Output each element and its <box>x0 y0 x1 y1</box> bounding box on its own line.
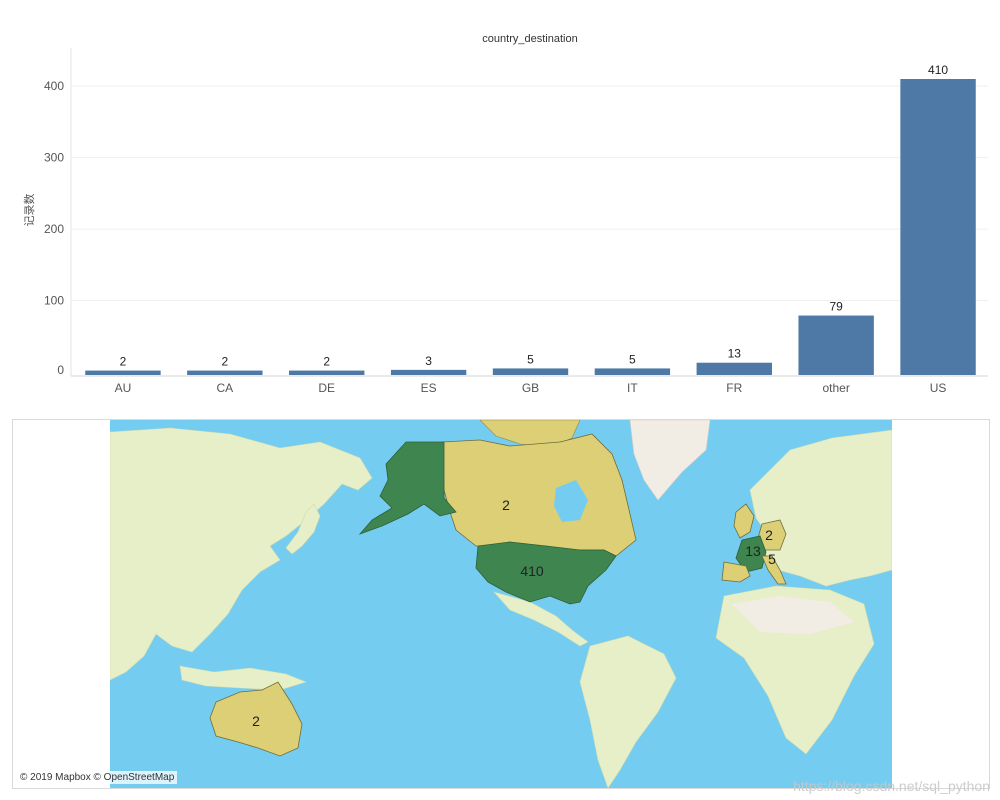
bar-it[interactable] <box>594 368 671 375</box>
watermark: https://blog.csdn.net/sql_python <box>793 778 990 794</box>
bar-value-label: 5 <box>629 352 636 366</box>
bar-other[interactable] <box>798 315 874 375</box>
x-tick-label: DE <box>318 381 335 395</box>
world-map[interactable]: 2 410 2 13 2 5 <box>110 420 892 788</box>
bar-de[interactable] <box>289 370 365 375</box>
grid-lines <box>71 85 988 302</box>
bar-es[interactable] <box>390 369 467 375</box>
bar-us[interactable] <box>900 79 976 375</box>
bar-au[interactable] <box>85 370 161 375</box>
bar-value-label: 2 <box>221 355 228 369</box>
bar-value-label: 13 <box>728 347 742 361</box>
map-panel[interactable]: 2 410 2 13 2 5 © 2019 Mapbox © OpenStree… <box>12 419 990 789</box>
y-axis-ticks: 0 100 200 300 400 <box>44 79 64 377</box>
bar-value-label: 79 <box>829 300 843 314</box>
map-label-italy: 5 <box>768 551 776 567</box>
bar-value-label: 410 <box>928 63 948 77</box>
y-tick-label: 200 <box>44 222 64 236</box>
y-axis-label: 记录数 <box>23 194 36 227</box>
bars <box>85 79 976 375</box>
x-tick-label: other <box>822 381 849 395</box>
x-tick-label: FR <box>726 381 742 395</box>
x-axis-ticks: AU CA DE ES GB IT FR other US <box>115 381 947 395</box>
bar-gb[interactable] <box>492 368 569 375</box>
bar-value-label: 2 <box>120 355 127 369</box>
map-label-australia: 2 <box>252 713 260 729</box>
x-tick-label: US <box>930 381 947 395</box>
bar-chart: country_destination 记录数 0 100 200 300 400 2 2… <box>0 0 1000 410</box>
x-tick-label: AU <box>115 381 132 395</box>
bar-chart-svg: country_destination 记录数 0 100 200 300 400 2 2… <box>23 33 988 395</box>
x-tick-label: CA <box>216 381 233 395</box>
map-label-france: 13 <box>745 543 761 559</box>
x-tick-label: GB <box>522 381 539 395</box>
chart-title: country_destination <box>482 33 577 45</box>
bar-value-label: 5 <box>527 352 534 366</box>
x-tick-label: IT <box>627 381 638 395</box>
country-canada[interactable] <box>441 433 637 557</box>
bar-fr[interactable] <box>696 362 772 375</box>
bar-ca[interactable] <box>187 370 263 375</box>
bar-value-label: 2 <box>323 355 330 369</box>
y-tick-label: 100 <box>44 294 64 308</box>
map-label-us: 410 <box>520 563 544 579</box>
bar-value-label: 3 <box>425 354 432 368</box>
map-label-canada: 2 <box>502 497 510 513</box>
y-tick-label: 300 <box>44 151 64 165</box>
map-attribution[interactable]: © 2019 Mapbox © OpenStreetMap <box>17 771 178 784</box>
y-tick-label: 400 <box>44 79 64 93</box>
map-label-germany: 2 <box>765 527 773 543</box>
y-tick-label: 0 <box>57 363 64 377</box>
x-tick-label: ES <box>421 381 437 395</box>
